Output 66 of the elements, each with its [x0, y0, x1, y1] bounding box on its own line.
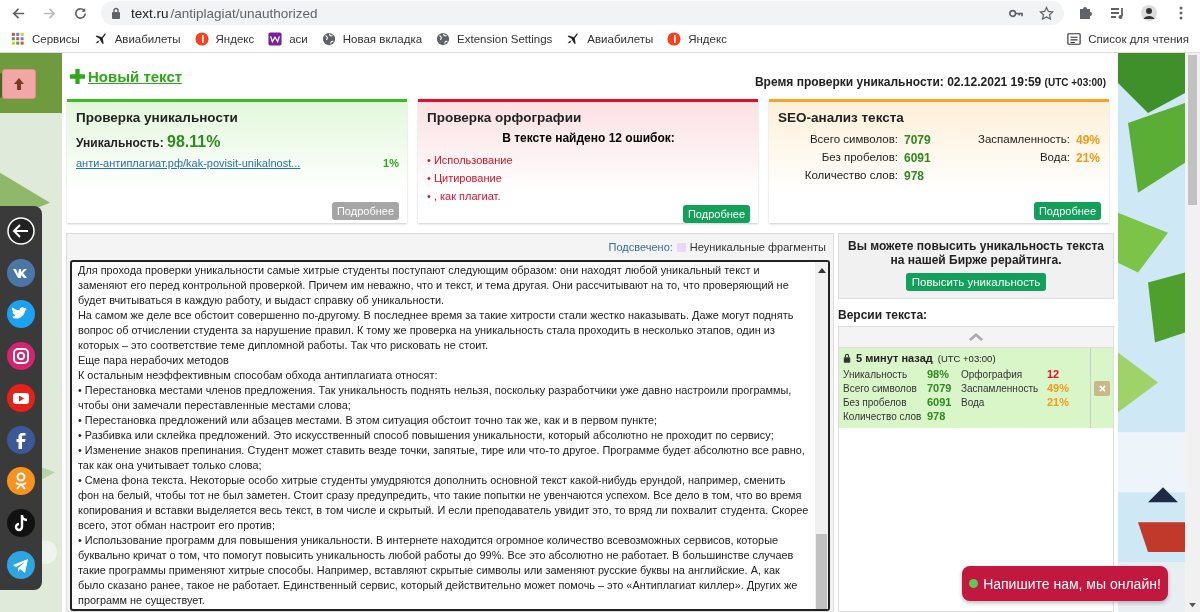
url-host: text.ru	[131, 5, 169, 21]
text-paragraph: К остальным неэффективным способам обхода антиплагиата относят:	[78, 368, 439, 383]
bookmark[interactable]: Авиабилеты	[561, 30, 659, 48]
version-time: 5 минут назад	[856, 352, 933, 364]
stat-label: Уникальность	[843, 368, 909, 380]
source-link[interactable]: анти-антиплагиат.рф/kak-povisit-unikalnost...	[76, 157, 301, 169]
highlight-label: Подсвечено:	[608, 241, 673, 253]
text-paragraph: На самом же деле все обстоит совершенно по-другому. В последнее время за такие хитрости стали жестко наказывать. Даже могут поднять вопрос об отчислении студента за нарушение правил. К тому же проверка на уникальность стала проходить в несколько этапов, один из которых – это соответствие теме дипломной работы. Так что рисковать не стоит.	[78, 308, 795, 353]
errors-summary: В тексте найдено 12 ошибок:	[501, 131, 676, 145]
bookmark[interactable]: аси	[263, 30, 313, 48]
bookmark[interactable]: Сервисы	[6, 30, 85, 48]
text-paragraph: • Изменение знаков препинания. Студент может ставить везде точки, запятые, тире или что-то другое. Программе будет абсолютно все равно, так как она учитывает только слова;	[78, 443, 806, 473]
stat-label: Количество слов:	[803, 169, 898, 183]
chat-button[interactable]: Напишите нам, мы онлайн!	[962, 566, 1168, 601]
stat-label: Заспамленность:	[976, 133, 1070, 147]
version-timezone: (UTC +03:00)	[937, 352, 996, 364]
error-item[interactable]: • Цитирование	[427, 169, 750, 187]
stat-label: Орфография	[961, 368, 1024, 380]
bookmark[interactable]: Авиабилеты	[88, 30, 186, 48]
stat-value: 21%	[1076, 151, 1102, 165]
text-paragraph: • Перестановка местами членов предложения. Так уникальность поднять нельзя, поскольку разработчики уже давно настроили программы, чтобы они замечали переставленные местами слова;	[78, 383, 793, 413]
source-percent: 1%	[383, 157, 399, 169]
stat-label: Вода	[961, 396, 986, 408]
text-paragraph: Для прохода проверки уникальности самые хитрые студенты поступают следующим образом: они находят любой уникальный текст и заменяют его перед контрольной проверкой. Причем им неважно, что и текст, и тема другая. Они рассчитывают на то, что проверяющий не будет вчитываться в каждую работу, и выдаст справку об уникальности.	[78, 263, 790, 308]
error-item[interactable]: • , как плагиат.	[427, 187, 750, 205]
text-paragraph: Еще пара нерабочих методов	[78, 353, 230, 368]
text-paragraph: • Смена фона текста. Некоторые особо хитрые студенты умудряются дополнить основной текст какой-нибудь ерундой, например, сменить фон на белый, чтобы тот не был заметен. Стоит сразу предупредить, что такие попытки не увенчаются успехом. Все дело в том, что во время копирования и вставки выделяется весь текст, в том числе и скрытый. И если преподаватель увидит это, то вряд ли похвалит студента. Скорее всего, этот обман настроит его против;	[78, 473, 809, 533]
stat-value: 978	[927, 410, 947, 422]
url-path: /antiplagiat/unauthorized	[170, 5, 318, 21]
stat-label: Заспамленность	[961, 382, 1040, 394]
stat-value: 978	[904, 169, 926, 183]
highlight-legend: Неуникальные фрагменты	[689, 241, 826, 253]
stat-label: Всего символов:	[808, 133, 898, 147]
uniqueness-value: 98.11%	[167, 133, 221, 150]
bookmark[interactable]: Яндекс	[662, 30, 732, 48]
stat-value: 6091	[927, 396, 953, 408]
stat-label: Количество слов	[843, 410, 923, 422]
reading-list-button[interactable]: Список для чтения	[1062, 30, 1194, 48]
stat-value: 7079	[904, 133, 932, 147]
address-bar[interactable]: text.ru/antiplagiat/unauthorized	[101, 1, 1064, 25]
bookmark[interactable]: Новая вкладка	[316, 30, 428, 48]
stat-label: Всего символов	[843, 382, 918, 394]
text-paragraph: • Использование программ для повышения уникальности. В интернете находится огромное количество всевозможных сервисов, которые буквально кричат о том, что помогут повысить уникальность любой работы до 99%. Все это абсолютно не работает. В большинстве случаев такие программы применяют хитрые способы. Например, вставляют скрытые символы или заменяют русские буквы на английские. А, как было сказано ранее, такое не работает. Единственный сервис, который действительно может помочь – это «Антиплагиат киллер». Других же программ не существует.	[78, 533, 799, 608]
stat-label: Без пробелов:	[820, 151, 898, 165]
stat-value: 6091	[904, 151, 932, 165]
stat-value: 21%	[1047, 396, 1071, 408]
text-paragraph: • Разбивка или склейка предложений. Это искусственный способ повышения уникальности, который абсолютно не проходит по сервису;	[78, 428, 775, 443]
card-title: Проверка уникальности	[76, 110, 239, 125]
uniqueness-label: Уникальность:	[76, 136, 164, 150]
error-item[interactable]: • Использование	[427, 151, 750, 169]
stat-value: 49%	[1047, 382, 1071, 394]
card-title: Проверка орфографии	[427, 110, 583, 125]
card-title: SEO-анализ текста	[778, 110, 905, 125]
bookmark[interactable]: Extension Settings	[431, 30, 558, 48]
text-paragraph: • Перестановка предложений или абзацев местами. В этом ситуация обстоит точно так же, как и в первом пункте;	[78, 413, 659, 428]
stat-value: 49%	[1076, 133, 1102, 147]
stat-value: 7079	[927, 382, 953, 394]
stat-value: 98%	[927, 368, 951, 380]
check-time: Время проверки уникальности: 02.12.2021 19:59 (UTC +03:00)	[754, 75, 1106, 89]
versions-title: Версии текста:	[838, 308, 929, 322]
bookmark[interactable]: Яндекс	[189, 30, 260, 48]
stat-value: 12	[1047, 368, 1061, 380]
promo-text: Вы можете повысить уникальность текста на нашей Бирже рерайтинга.	[847, 239, 1105, 267]
stat-label: Вода:	[1038, 151, 1070, 165]
stat-label: Без пробелов	[843, 396, 908, 408]
version-item[interactable]: 5 минут назад (UTC +03:00) Уникальность 98% Орфография 12 Всего символов 7079 Заспамленность 49% Без пробелов 6091 Вода 21% Количество слов 978	[839, 347, 1113, 428]
